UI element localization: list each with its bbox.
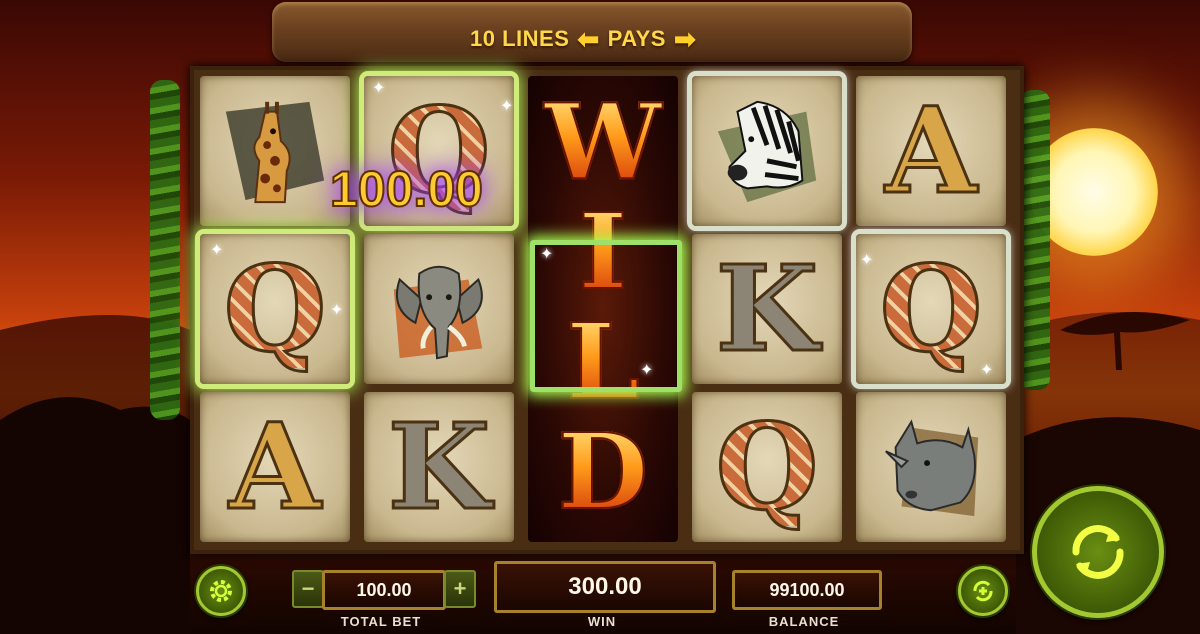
pays-label: PAYS <box>607 26 666 51</box>
sparkle-icon: ✦ <box>640 362 654 379</box>
vine-right <box>1020 90 1050 390</box>
q-letter: Q <box>714 397 820 536</box>
k-letter: K <box>714 239 820 378</box>
balance-field: 99100.00 <box>732 570 882 610</box>
total-bet-value: 100.00 <box>356 579 412 600</box>
balance-label: BALANCE <box>768 614 840 629</box>
wild-letter-w: W <box>528 89 678 195</box>
win-value: 300.00 <box>568 573 642 600</box>
arrow-right-icon: ➡ <box>673 23 697 54</box>
symbol-giraffe <box>200 76 350 226</box>
symbol-a: A <box>200 392 350 542</box>
sparkle-icon: ✦ <box>500 98 514 115</box>
rhino-icon <box>885 419 979 517</box>
balance-value: 99100.00 <box>769 579 845 600</box>
lines-label: 10 LINES <box>470 26 570 51</box>
gear-icon <box>210 580 232 602</box>
bet-decrease-button[interactable]: − <box>292 570 324 608</box>
sparkle-icon: ✦ <box>330 302 344 319</box>
a-letter: A <box>228 397 323 536</box>
elephant-icon <box>393 265 483 360</box>
k-letter: K <box>386 397 492 536</box>
symbol-k: K <box>364 392 514 542</box>
reel-2: Q K <box>360 76 516 542</box>
total-bet-label: TOTAL BET <box>340 614 422 629</box>
paylines-indicator: 10 LINES ⬅ PAYS ➡ <box>470 24 696 54</box>
sparkle-icon: ✦ <box>540 246 554 263</box>
reel-3: W I L D <box>524 76 682 542</box>
symbol-q: Q <box>692 392 842 542</box>
q-letter: Q <box>222 239 328 378</box>
q-letter: Q <box>878 239 984 378</box>
reel-4: K Q <box>688 76 844 542</box>
reel-area: Q A Q K W I L D K Q A Q <box>190 66 1024 554</box>
win-label: WIN <box>587 614 617 629</box>
autoplay-button[interactable] <box>958 566 1008 616</box>
bet-increase-button[interactable]: + <box>444 570 476 608</box>
a-letter: A <box>884 81 979 220</box>
win-field: 300.00 <box>494 561 716 613</box>
spin-button[interactable] <box>1032 486 1164 618</box>
symbol-elephant <box>364 234 514 384</box>
sparkle-icon: ✦ <box>372 80 386 97</box>
win-amount-popup: 100.00 <box>329 160 484 218</box>
reel-5: A Q <box>852 76 1008 542</box>
total-bet-field: 100.00 <box>322 570 446 610</box>
symbol-k: K <box>692 234 842 384</box>
vine-left <box>150 80 180 420</box>
giraffe-icon <box>225 101 325 204</box>
autoplay-icon <box>973 580 993 602</box>
sparkle-icon: ✦ <box>210 242 224 259</box>
sparkle-icon: ✦ <box>860 252 874 269</box>
reel-1: Q A <box>196 76 352 542</box>
zebra-icon <box>717 100 817 203</box>
symbol-a: A <box>856 76 1006 226</box>
spin-arrow-icon <box>1072 525 1124 579</box>
symbol-zebra <box>692 76 842 226</box>
settings-button[interactable] <box>196 566 246 616</box>
wild-letter-d: D <box>528 419 678 525</box>
sparkle-icon: ✦ <box>980 362 994 379</box>
symbol-rhino <box>856 392 1006 542</box>
arrow-left-icon: ⬅ <box>577 23 600 54</box>
